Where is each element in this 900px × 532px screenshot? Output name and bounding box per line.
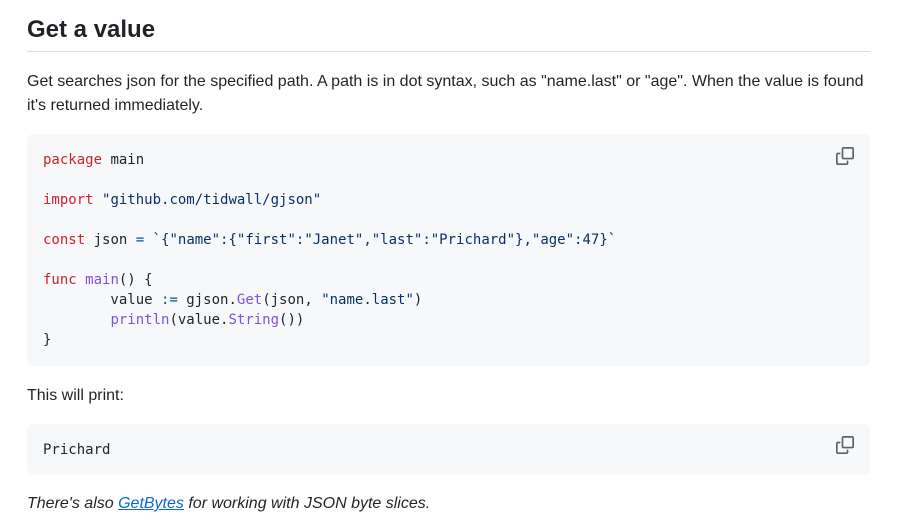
string-method: String (228, 312, 280, 328)
func-signature: () { (118, 272, 153, 288)
copy-icon (836, 147, 854, 165)
const-operator: = (135, 232, 145, 248)
closing-brace: } (43, 332, 52, 348)
package-name: main (102, 152, 145, 168)
copy-icon (836, 436, 854, 454)
output-block: Prichard (27, 424, 870, 475)
getbytes-link[interactable]: GetBytes (118, 495, 184, 512)
output-intro: This will print: (27, 387, 124, 404)
get-path-string: "name.last" (321, 292, 414, 308)
heading-divider (27, 51, 870, 52)
println-args: (value. (169, 312, 229, 328)
const-value: `{"name":{"first":"Janet","last":"Pricha… (144, 232, 617, 248)
import-path: "github.com/tidwall/gjson" (102, 192, 322, 208)
code-content: package main import "github.com/tidwall/… (43, 150, 616, 350)
copy-output-button[interactable] (836, 436, 854, 454)
assign-operator: := (161, 292, 178, 308)
footer-note: There's also GetBytes for working with J… (27, 492, 870, 516)
println-func: println (110, 312, 170, 328)
println-close: ()) (279, 312, 305, 328)
copy-code-button[interactable] (836, 147, 854, 165)
output-content: Prichard (43, 442, 111, 458)
footer-prefix: There's also (27, 495, 119, 512)
print-indent (43, 312, 110, 328)
keyword-package: package (43, 152, 103, 168)
get-args-close: ) (413, 292, 423, 308)
section-heading: Get a value (27, 16, 156, 43)
gjson-pkg: gjson. (177, 292, 237, 308)
value-var: value (43, 292, 162, 308)
code-example-block: package main import "github.com/tidwall/… (27, 134, 870, 366)
get-func: Get (236, 292, 263, 308)
get-args-open: (json, (262, 292, 322, 308)
footer-suffix: for working with JSON byte slices. (183, 495, 431, 512)
const-name: json (85, 232, 136, 248)
keyword-const: const (43, 232, 86, 248)
keyword-func: func (43, 272, 77, 288)
keyword-import: import (43, 192, 94, 208)
intro-paragraph: Get searches json for the specified path… (27, 73, 864, 114)
func-name: main (85, 272, 119, 288)
